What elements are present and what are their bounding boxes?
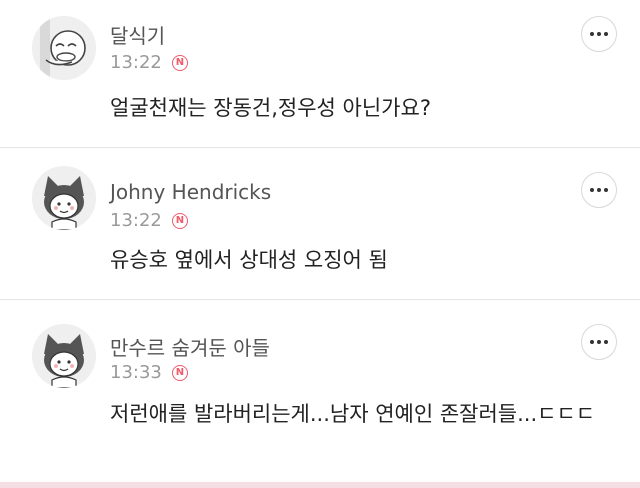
comment-item: Johny Hendricks 13:22 N 유승호 옆에서 상대성 오징어 …	[0, 148, 640, 300]
cat-hood-character-avatar-icon	[32, 166, 96, 230]
avatar[interactable]	[32, 16, 96, 80]
comment-text: 얼굴천재는 장동건,정우성 아닌가요?	[110, 96, 431, 120]
comment-meta: 13:22 N	[110, 210, 188, 231]
avatar[interactable]	[32, 166, 96, 230]
more-options-icon	[590, 32, 608, 36]
comment-time: 13:22	[110, 210, 162, 231]
comment-text: 유승호 옆에서 상대성 오징어 됨	[110, 248, 388, 272]
more-options-button[interactable]	[581, 16, 617, 52]
bottom-divider-strip	[0, 482, 640, 488]
avatar[interactable]	[32, 324, 96, 388]
peeking-character-avatar-icon	[32, 16, 96, 80]
more-options-icon	[590, 188, 608, 192]
comment-time: 13:22	[110, 52, 162, 73]
new-badge: N	[171, 212, 188, 229]
comment-meta: 13:22 N	[110, 52, 188, 73]
comment-author[interactable]: 달식기	[110, 20, 165, 49]
comment-item: 달식기 13:22 N 얼굴천재는 장동건,정우성 아닌가요?	[0, 0, 640, 148]
more-options-button[interactable]	[581, 172, 617, 208]
comment-text: 저런애를 발라버리는게...남자 연예인 존잘러들...ㄷㄷㄷ	[110, 402, 596, 426]
comment-author[interactable]: Johny Hendricks	[110, 180, 271, 204]
more-options-icon	[590, 340, 608, 344]
comment-meta: 13:33 N	[110, 362, 188, 383]
comment-time: 13:33	[110, 362, 162, 383]
comment-author[interactable]: 만수르 숨겨둔 아들	[110, 332, 270, 361]
new-badge: N	[171, 54, 188, 71]
new-badge: N	[171, 364, 188, 381]
more-options-button[interactable]	[581, 324, 617, 360]
comment-item: 만수르 숨겨둔 아들 13:33 N 저런애를 발라버리는게...남자 연예인 …	[0, 300, 640, 482]
cat-hood-character-avatar-icon	[32, 324, 96, 388]
